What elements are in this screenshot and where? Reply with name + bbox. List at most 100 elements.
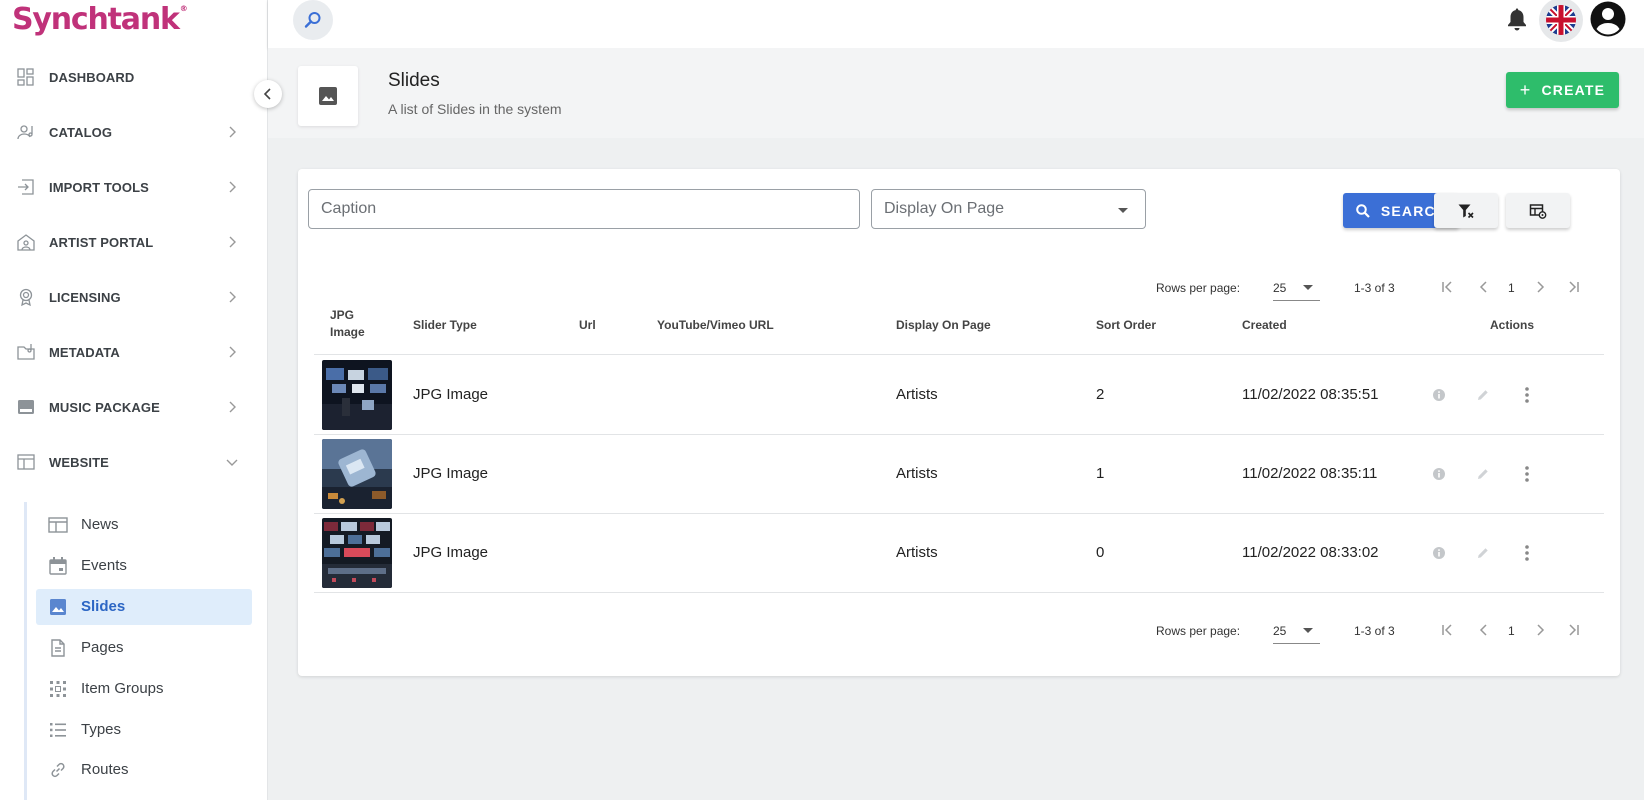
language-selector[interactable]	[1539, 0, 1583, 42]
info-icon	[1433, 468, 1445, 480]
sidebar: Synchtank® DASHBOARD CATALOG IMPORT TOOL…	[0, 0, 268, 800]
column-header-jpg-image[interactable]: JPG Image	[330, 307, 374, 341]
chevron-down-icon	[226, 459, 238, 466]
column-header-url[interactable]: Url	[579, 317, 596, 334]
sidebar-item-import-tools[interactable]: IMPORT TOOLS	[0, 167, 267, 207]
sidebar-item-catalog[interactable]: CATALOG	[0, 112, 267, 152]
info-icon	[1433, 547, 1445, 559]
slider-type-cell: JPG Image	[413, 544, 489, 561]
column-header-video-url[interactable]: YouTube/Vimeo URL	[657, 317, 774, 334]
prev-page-button[interactable]	[1474, 277, 1494, 297]
column-settings-button[interactable]	[1506, 193, 1570, 228]
edit-button[interactable]	[1473, 385, 1493, 405]
uk-flag-icon	[1546, 5, 1576, 35]
logo[interactable]: Synchtank®	[12, 2, 188, 38]
display-on-page-select[interactable]: Display On Page	[871, 189, 1146, 229]
sidebar-item-label: News	[81, 516, 119, 533]
caption-input[interactable]	[309, 190, 859, 228]
sidebar-item-types[interactable]: Types	[36, 712, 252, 748]
column-header-display-on-page[interactable]: Display On Page	[896, 317, 991, 334]
sidebar-item-label: METADATA	[49, 344, 120, 360]
column-header-created[interactable]: Created	[1242, 317, 1287, 334]
last-page-icon	[1569, 281, 1579, 293]
more-vert-icon	[1525, 545, 1529, 561]
first-page-icon	[1442, 624, 1452, 636]
table-row[interactable]: JPG Image Artists 0 11/02/2022 08:33:02	[314, 514, 1604, 593]
pagination-top: Rows per page: 25 1-3 of 3 1	[298, 273, 1620, 303]
caption-field[interactable]	[308, 189, 860, 229]
current-page: 1	[1508, 281, 1515, 295]
first-page-button[interactable]	[1437, 620, 1457, 640]
sidebar-item-label: IMPORT TOOLS	[49, 179, 149, 195]
caret-down-icon	[1118, 208, 1128, 213]
chevron-right-icon	[229, 181, 236, 193]
table-row[interactable]: JPG Image Artists 2 11/02/2022 08:35:51	[314, 356, 1604, 435]
sidebar-item-label: LICENSING	[49, 289, 121, 305]
rows-per-page-select[interactable]: 25	[1273, 273, 1320, 301]
licensing-icon	[19, 288, 33, 307]
list-icon	[50, 723, 66, 737]
rows-per-page-select[interactable]: 25	[1273, 616, 1320, 644]
bell-icon[interactable]	[1503, 6, 1531, 34]
column-header-slider-type[interactable]: Slider Type	[413, 317, 477, 334]
sidebar-item-routes[interactable]: Routes	[36, 752, 252, 788]
info-button[interactable]	[1429, 543, 1449, 563]
edit-icon	[1478, 548, 1488, 558]
display-on-page-label: Display On Page	[884, 200, 1005, 217]
next-page-button[interactable]	[1530, 277, 1550, 297]
next-page-button[interactable]	[1530, 620, 1550, 640]
sidebar-item-label: Pages	[81, 639, 124, 656]
display-on-page-cell: Artists	[896, 544, 938, 561]
info-button[interactable]	[1429, 464, 1449, 484]
logo-trademark: ®	[179, 4, 188, 13]
first-page-button[interactable]	[1437, 277, 1457, 297]
account-circle-icon[interactable]	[1588, 0, 1628, 40]
sidebar-item-artist-portal[interactable]: ARTIST PORTAL	[0, 222, 267, 262]
table-row[interactable]: JPG Image Artists 1 11/02/2022 08:35:11	[314, 435, 1604, 514]
sidebar-item-licensing[interactable]: LICENSING	[0, 277, 267, 317]
last-page-button[interactable]	[1564, 277, 1584, 297]
page-icon-box	[298, 66, 358, 126]
sidebar-item-pages[interactable]: Pages	[36, 630, 252, 666]
last-page-icon	[1569, 624, 1579, 636]
more-actions-button[interactable]	[1517, 543, 1537, 563]
chevron-left-icon	[263, 88, 271, 100]
sidebar-item-website[interactable]: WEBSITE	[0, 442, 267, 482]
sidebar-item-events[interactable]: Events	[36, 548, 252, 584]
thumbnail-studio-3	[322, 518, 392, 588]
sidebar-item-label: ARTIST PORTAL	[49, 234, 154, 250]
collapse-sidebar-button[interactable]	[254, 80, 282, 108]
edit-button[interactable]	[1473, 464, 1493, 484]
sidebar-item-dashboard[interactable]: DASHBOARD	[0, 57, 267, 97]
more-actions-button[interactable]	[1517, 385, 1537, 405]
sidebar-item-news[interactable]: News	[36, 507, 252, 543]
info-button[interactable]	[1429, 385, 1449, 405]
prev-page-button[interactable]	[1474, 620, 1494, 640]
slides-card: Display On Page SEARCH Rows per page: 25…	[298, 169, 1620, 676]
sidebar-item-item-groups[interactable]: Item Groups	[36, 671, 252, 707]
sidebar-item-metadata[interactable]: METADATA	[0, 332, 267, 372]
page-title: Slides	[388, 70, 440, 91]
create-button[interactable]: + CREATE	[1506, 72, 1619, 108]
more-actions-button[interactable]	[1517, 464, 1537, 484]
sidebar-item-slides[interactable]: Slides	[36, 589, 252, 625]
clear-filters-button[interactable]	[1434, 193, 1498, 228]
chevron-right-icon	[229, 401, 236, 413]
logo-text: Synchtank	[12, 2, 180, 37]
image-icon	[319, 87, 337, 105]
global-search-button[interactable]	[293, 0, 333, 40]
column-header-sort-order[interactable]: Sort Order	[1096, 317, 1156, 334]
chevron-right-icon	[1537, 281, 1545, 293]
sidebar-item-label: MUSIC PACKAGE	[49, 399, 160, 415]
edit-button[interactable]	[1473, 543, 1493, 563]
sidebar-item-label: Types	[81, 721, 122, 738]
caret-down-icon	[1303, 285, 1313, 290]
last-page-button[interactable]	[1564, 620, 1584, 640]
sidebar-item-label: Events	[81, 557, 127, 574]
link-icon	[51, 762, 65, 778]
dashboard-icon	[17, 68, 34, 86]
artist-portal-icon	[17, 234, 35, 251]
sidebar-item-music-package[interactable]: MUSIC PACKAGE	[0, 387, 267, 427]
import-icon	[18, 179, 34, 195]
sort-order-cell: 1	[1096, 465, 1105, 482]
